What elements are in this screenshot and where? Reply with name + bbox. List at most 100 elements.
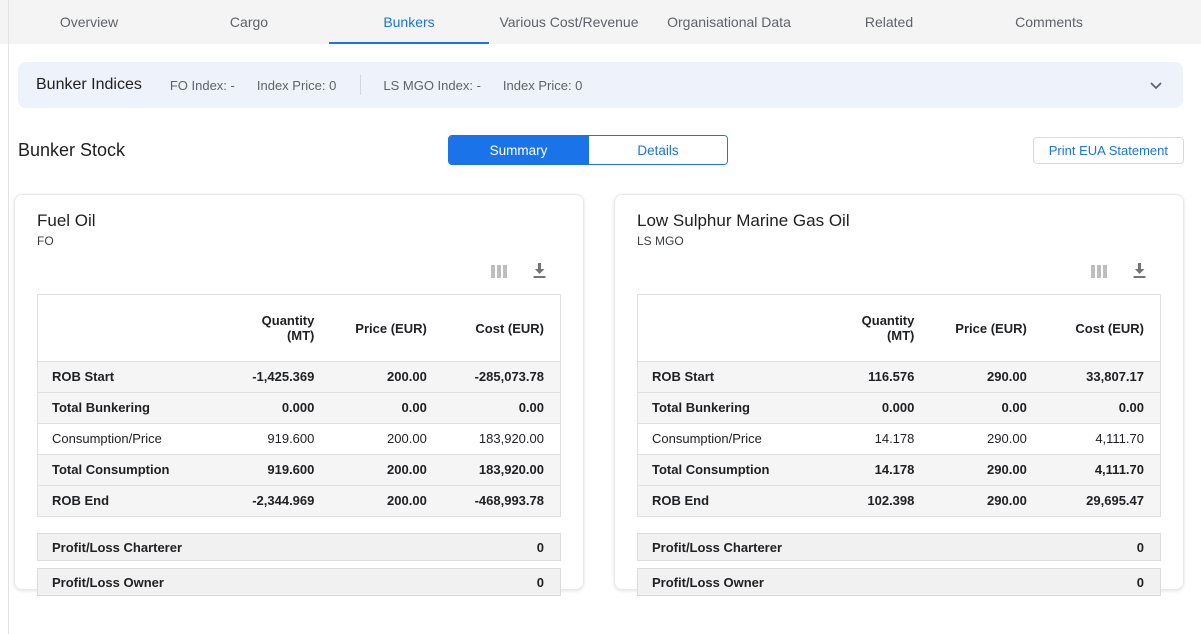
cost-header: Cost (EUR) — [443, 295, 561, 362]
tab-organisational-data[interactable]: Organisational Data — [649, 0, 809, 44]
price-cell: 200.00 — [330, 362, 442, 393]
price-header: Price (EUR) — [930, 295, 1042, 362]
row-label: ROB Start — [38, 362, 221, 393]
bunker-stock-cards: Fuel Oil FO Quantity (MT) Price (EUR) Co… — [14, 194, 1184, 590]
card-title: Fuel Oil — [37, 211, 561, 231]
row-label: Profit/Loss Charterer — [652, 540, 782, 555]
columns-icon[interactable] — [491, 264, 508, 279]
window-pane-divider — [8, 0, 9, 634]
row-label: Total Consumption — [38, 455, 221, 486]
quantity-header: Quantity (MT) — [821, 295, 931, 362]
price-cell: 200.00 — [330, 486, 442, 517]
tab-related[interactable]: Related — [809, 0, 969, 44]
download-icon[interactable] — [1132, 263, 1147, 279]
tab-overview[interactable]: Overview — [9, 0, 169, 44]
cost-cell: 0.00 — [443, 393, 561, 424]
price-cell: 200.00 — [330, 455, 442, 486]
tab-comments[interactable]: Comments — [969, 0, 1129, 44]
price-header: Price (EUR) — [330, 295, 442, 362]
quantity-cell: 14.178 — [821, 424, 931, 455]
cost-cell: -285,073.78 — [443, 362, 561, 393]
table-row-rob-end: ROB End 102.398 290.00 29,695.47 — [638, 486, 1161, 517]
price-cell: 290.00 — [930, 455, 1042, 486]
table-row-consumption-price: Consumption/Price 14.178 290.00 4,111.70 — [638, 424, 1161, 455]
row-label: Profit/Loss Owner — [652, 575, 764, 590]
cost-cell: 4,111.70 — [1043, 455, 1161, 486]
cost-cell: 183,920.00 — [443, 424, 561, 455]
cost-cell: 183,920.00 — [443, 455, 561, 486]
table-header-row: Quantity (MT) Price (EUR) Cost (EUR) — [638, 295, 1161, 362]
table-header-row: Quantity (MT) Price (EUR) Cost (EUR) — [38, 295, 561, 362]
cost-header: Cost (EUR) — [1043, 295, 1161, 362]
ls-mgo-index-price-value: Index Price: 0 — [503, 78, 583, 93]
profit-loss-value: 0 — [1137, 575, 1144, 590]
print-eua-statement-button[interactable]: Print EUA Statement — [1033, 137, 1184, 164]
row-label: Profit/Loss Charterer — [52, 540, 182, 555]
profit-loss-value: 0 — [1137, 540, 1144, 555]
quantity-cell: 14.178 — [821, 455, 931, 486]
ls-mgo-card: Low Sulphur Marine Gas Oil LS MGO Quanti… — [614, 194, 1184, 590]
row-label: Consumption/Price — [38, 424, 221, 455]
table-row-rob-start: ROB Start -1,425.369 200.00 -285,073.78 — [38, 362, 561, 393]
card-toolbar — [37, 263, 547, 279]
tab-bar: Overview Cargo Bunkers Various Cost/Reve… — [0, 0, 1201, 44]
table-row-rob-start: ROB Start 116.576 290.00 33,807.17 — [638, 362, 1161, 393]
row-label: ROB Start — [638, 362, 821, 393]
quantity-cell: 0.000 — [821, 393, 931, 424]
columns-icon[interactable] — [1091, 264, 1108, 279]
profit-loss-value: 0 — [537, 540, 544, 555]
profit-loss-charterer-row: Profit/Loss Charterer 0 — [637, 533, 1161, 561]
profit-loss-charterer-row: Profit/Loss Charterer 0 — [37, 533, 561, 561]
row-label: Total Bunkering — [38, 393, 221, 424]
tab-bunkers[interactable]: Bunkers — [329, 0, 489, 44]
tab-various-cost-revenue[interactable]: Various Cost/Revenue — [489, 0, 649, 44]
cost-cell: 29,695.47 — [1043, 486, 1161, 517]
table-row-total-bunkering: Total Bunkering 0.000 0.00 0.00 — [638, 393, 1161, 424]
chevron-down-icon[interactable] — [1147, 76, 1165, 94]
quantity-cell: -1,425.369 — [221, 362, 331, 393]
fo-index-value: FO Index: - — [170, 78, 235, 93]
table-row-total-bunkering: Total Bunkering 0.000 0.00 0.00 — [38, 393, 561, 424]
table-row-consumption-price: Consumption/Price 919.600 200.00 183,920… — [38, 424, 561, 455]
details-toggle-button[interactable]: Details — [588, 136, 727, 164]
card-toolbar — [637, 263, 1147, 279]
quantity-cell: -2,344.969 — [221, 486, 331, 517]
row-label: ROB End — [38, 486, 221, 517]
row-label: Consumption/Price — [638, 424, 821, 455]
profit-loss-owner-row: Profit/Loss Owner 0 — [37, 568, 561, 596]
profit-loss-owner-row: Profit/Loss Owner 0 — [637, 568, 1161, 596]
bunker-stock-header: Bunker Stock Summary Details Print EUA S… — [18, 134, 1184, 166]
vertical-divider — [360, 75, 361, 95]
quantity-cell: 919.600 — [221, 455, 331, 486]
ls-mgo-index-value: LS MGO Index: - — [383, 78, 481, 93]
row-label: Total Consumption — [638, 455, 821, 486]
tab-cargo[interactable]: Cargo — [169, 0, 329, 44]
price-cell: 0.00 — [930, 393, 1042, 424]
download-icon[interactable] — [532, 263, 547, 279]
cost-cell: 4,111.70 — [1043, 424, 1161, 455]
cost-cell: 0.00 — [1043, 393, 1161, 424]
cost-cell: -468,993.78 — [443, 486, 561, 517]
bunker-stock-table: Quantity (MT) Price (EUR) Cost (EUR) ROB… — [637, 294, 1161, 517]
row-label-header — [38, 295, 221, 362]
price-cell: 290.00 — [930, 486, 1042, 517]
quantity-cell: 116.576 — [821, 362, 931, 393]
row-label: ROB End — [638, 486, 821, 517]
card-title: Low Sulphur Marine Gas Oil — [637, 211, 1161, 231]
price-cell: 290.00 — [930, 362, 1042, 393]
quantity-cell: 919.600 — [221, 424, 331, 455]
summary-toggle-button[interactable]: Summary — [449, 136, 588, 164]
table-row-total-consumption: Total Consumption 919.600 200.00 183,920… — [38, 455, 561, 486]
card-subtitle: LS MGO — [637, 234, 1161, 248]
quantity-cell: 102.398 — [821, 486, 931, 517]
page-title: Bunker Stock — [18, 140, 125, 161]
table-row-rob-end: ROB End -2,344.969 200.00 -468,993.78 — [38, 486, 561, 517]
cost-cell: 33,807.17 — [1043, 362, 1161, 393]
price-cell: 290.00 — [930, 424, 1042, 455]
quantity-header: Quantity (MT) — [221, 295, 331, 362]
card-subtitle: FO — [37, 234, 561, 248]
view-toggle-group: Summary Details — [448, 135, 728, 165]
table-row-total-consumption: Total Consumption 14.178 290.00 4,111.70 — [638, 455, 1161, 486]
bunker-stock-table: Quantity (MT) Price (EUR) Cost (EUR) ROB… — [37, 294, 561, 517]
row-label-header — [638, 295, 821, 362]
